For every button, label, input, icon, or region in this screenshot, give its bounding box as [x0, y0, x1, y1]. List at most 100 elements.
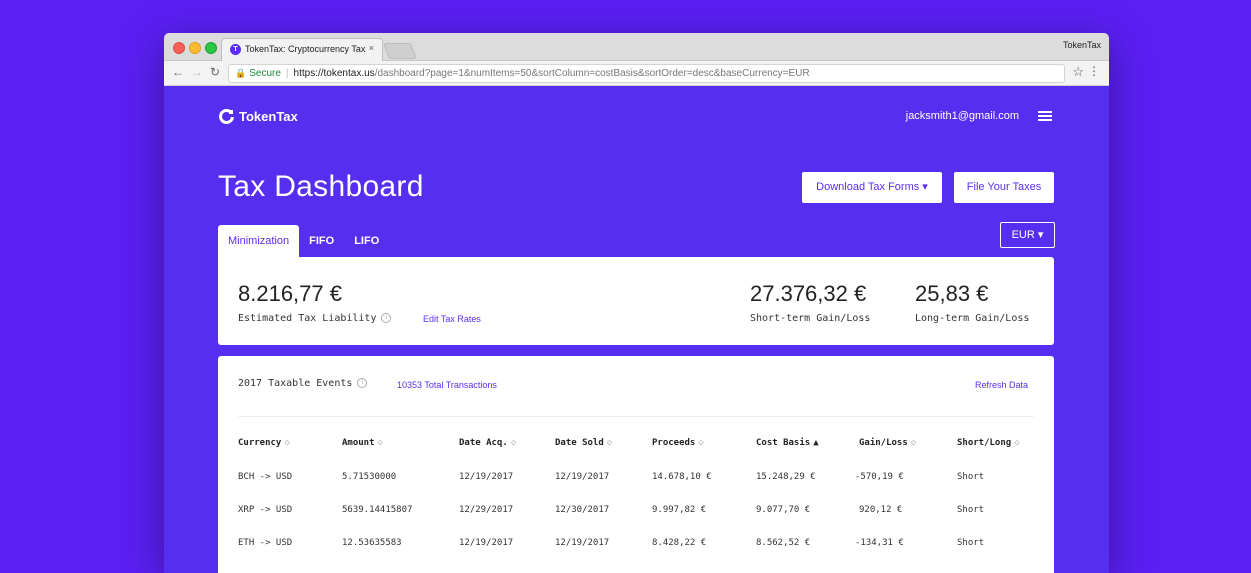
edit-tax-rates-link[interactable]: Edit Tax Rates — [423, 314, 481, 324]
url-host: https://tokentax.us — [293, 68, 375, 79]
column-label: Amount — [342, 438, 375, 448]
hamburger-menu-icon[interactable] — [1038, 111, 1052, 121]
sort-icon: ◇ — [510, 438, 517, 448]
sort-icon: ◇ — [284, 438, 290, 448]
table-cell: 920,12 € — [859, 505, 903, 515]
minimize-window-button[interactable] — [189, 42, 201, 54]
user-email[interactable]: jacksmith1@gmail.com — [906, 110, 1019, 122]
table-cell: Short — [957, 472, 985, 482]
column-label: Short/Long — [957, 438, 1012, 448]
table-cell: 9.077,70 € — [756, 505, 811, 515]
table-cell: 5639.14415807 — [342, 505, 413, 515]
info-icon[interactable]: i — [357, 378, 368, 388]
table-cell: Short — [957, 505, 985, 515]
column-header-cost-basis[interactable]: Cost Basis ▲ — [756, 438, 819, 448]
secure-label: Secure — [249, 68, 281, 79]
sort-icon: ◇ — [606, 438, 613, 448]
sort-icon: ◇ — [377, 438, 383, 448]
app-content: TokenTax jacksmith1@gmail.com Tax Dashbo… — [164, 86, 1109, 573]
close-window-button[interactable] — [173, 42, 185, 54]
table-cell: 15.248,29 € — [756, 472, 816, 482]
table-cell: 12/19/2017 — [459, 538, 514, 548]
browser-menu-icon[interactable]: ⋮ — [1088, 64, 1100, 78]
lock-icon: 🔒 — [235, 68, 247, 78]
logo-text: TokenTax — [239, 108, 298, 124]
table-cell: 8.428,22 € — [652, 538, 707, 548]
column-label: Currency — [238, 438, 282, 448]
tab-fifo[interactable]: FIFO — [299, 225, 344, 257]
table-cell: Short — [957, 538, 985, 548]
table-cell: 5.71530000 — [342, 472, 397, 482]
table-cell: 12.53635583 — [342, 538, 402, 548]
summary-card: 8.216,77 € Estimated Tax Liability i Edit… — [218, 257, 1054, 345]
table-cell: 12/19/2017 — [555, 538, 610, 548]
table-cell: BCH -> USD — [238, 472, 293, 482]
refresh-data-link[interactable]: Refresh Data — [975, 380, 1028, 390]
bookmark-star-icon[interactable]: ☆ — [1072, 64, 1084, 80]
short-term-value: 27.376,32 € — [750, 281, 867, 306]
method-tabs: Minimization FIFO LIFO — [218, 225, 389, 257]
table-cell: 12/29/2017 — [459, 505, 514, 515]
sort-icon: ◇ — [910, 438, 917, 448]
logo[interactable]: TokenTax — [219, 108, 298, 124]
column-label: Proceeds — [652, 438, 696, 448]
download-tax-forms-button[interactable]: Download Tax Forms ▾ — [802, 172, 942, 203]
tab-close-icon[interactable]: × — [369, 43, 374, 53]
table-cell: 12/30/2017 — [555, 505, 610, 515]
currency-select[interactable]: EUR ▾ — [1000, 222, 1055, 248]
url-path: /dashboard?page=1&numItems=50&sortColumn… — [374, 68, 810, 79]
forward-arrow-icon[interactable]: → — [191, 65, 203, 79]
column-label: Date Sold — [555, 438, 604, 448]
table-cell: XRP -> USD — [238, 505, 293, 515]
browser-profile[interactable]: TokenTax — [1063, 40, 1101, 50]
address-bar[interactable]: 🔒 Secure | https://tokentax.us/dashboard?pa… — [228, 64, 1065, 83]
browser-tab[interactable]: T TokenTax: Cryptocurrency Tax × — [221, 38, 383, 61]
events-title-group: 2017 Taxable Events i — [238, 378, 368, 389]
column-header-date-sold[interactable]: Date Sold ◇ — [555, 438, 612, 448]
new-tab-button[interactable] — [383, 43, 417, 59]
table-cell: 9.997,82 € — [652, 505, 707, 515]
column-header-gain-loss[interactable]: Gain/Loss ◇ — [859, 438, 916, 448]
column-header-short-long[interactable]: Short/Long ◇ — [957, 438, 1020, 448]
browser-window: T TokenTax: Cryptocurrency Tax × TokenTa… — [164, 33, 1109, 573]
column-header-proceeds[interactable]: Proceeds ◇ — [652, 438, 704, 448]
long-term-label: Long-term Gain/Loss — [915, 313, 1030, 324]
column-header-amount[interactable]: Amount ◇ — [342, 438, 383, 448]
divider — [238, 416, 1034, 417]
tab-minimization[interactable]: Minimization — [218, 225, 300, 257]
tab-lifo[interactable]: LIFO — [344, 225, 389, 257]
tax-liability-caption: Estimated Tax Liability i — [238, 313, 392, 324]
sort-ascending-icon: ▲ — [813, 438, 819, 448]
table-cell: -570,19 € — [855, 472, 904, 482]
column-label: Date Acq. — [459, 438, 508, 448]
short-term-label: Short-term Gain/Loss — [750, 313, 871, 324]
column-label: Cost Basis — [756, 438, 811, 448]
back-arrow-icon[interactable]: ← — [172, 65, 184, 79]
file-taxes-button[interactable]: File Your Taxes — [954, 172, 1054, 203]
table-cell: 8.562,52 € — [756, 538, 811, 548]
maximize-window-button[interactable] — [205, 42, 217, 54]
info-icon[interactable]: i — [381, 313, 392, 323]
sort-icon: ◇ — [698, 438, 704, 448]
tax-liability-value: 8.216,77 € — [238, 281, 342, 306]
table-cell: 14.678,10 € — [652, 472, 712, 482]
tab-strip: T TokenTax: Cryptocurrency Tax × TokenTa… — [164, 33, 1109, 61]
taxable-events-card: 2017 Taxable Events i 10353 Total Transac… — [218, 356, 1054, 573]
table-cell: -134,31 € — [855, 538, 904, 548]
url-separator: | — [285, 68, 289, 79]
tokentax-favicon-icon: T — [230, 44, 241, 55]
tax-liability-label: Estimated Tax Liability — [238, 313, 377, 324]
browser-toolbar: ← → ↻ 🔒 Secure | https://tokentax.us/dashbo… — [164, 61, 1109, 86]
column-label: Gain/Loss — [859, 438, 908, 448]
long-term-value: 25,83 € — [915, 281, 989, 306]
table-cell: ETH -> USD — [238, 538, 293, 548]
tokentax-logo-icon — [219, 109, 234, 124]
table-cell: 12/19/2017 — [459, 472, 514, 482]
events-title: 2017 Taxable Events — [238, 378, 353, 389]
column-header-currency[interactable]: Currency ◇ — [238, 438, 290, 448]
column-header-date-acq[interactable]: Date Acq. ◇ — [459, 438, 516, 448]
page-title: Tax Dashboard — [218, 170, 424, 203]
reload-icon[interactable]: ↻ — [210, 65, 220, 79]
table-cell: 12/19/2017 — [555, 472, 610, 482]
total-transactions-link[interactable]: 10353 Total Transactions — [397, 380, 497, 390]
